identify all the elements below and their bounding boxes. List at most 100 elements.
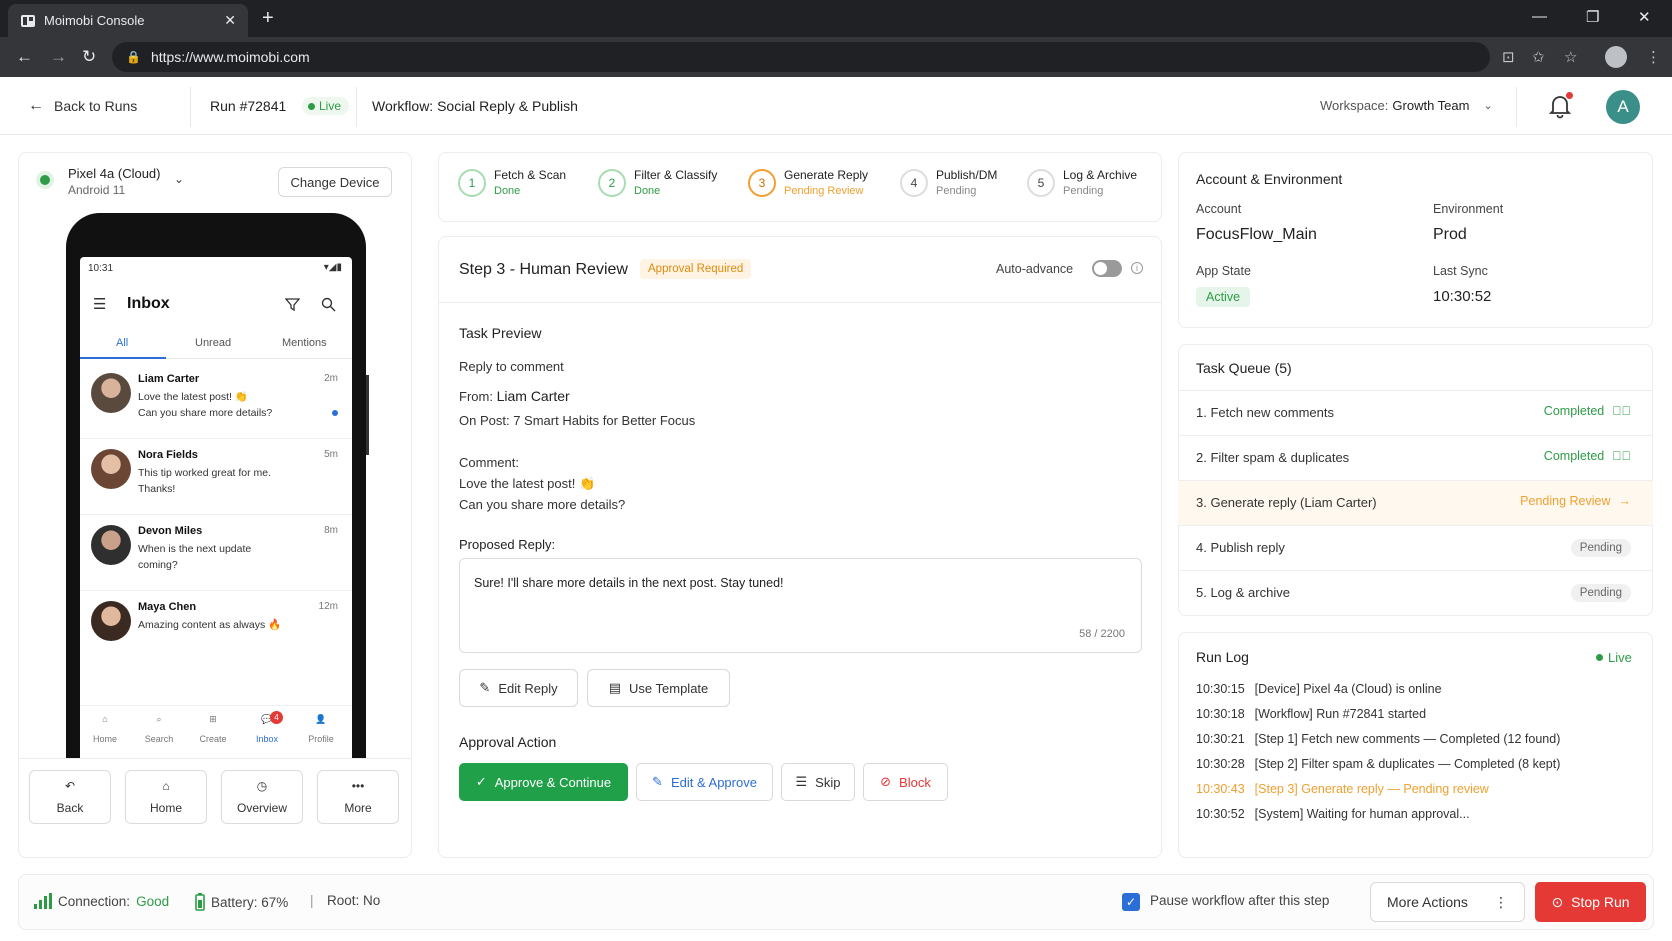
workspace-selector[interactable]: Workspace: Growth Team ⌄ [1320, 98, 1493, 113]
divider [438, 302, 1162, 303]
from-line: From: Liam Carter [459, 388, 570, 404]
stop-circle-icon: ⊙ [1551, 893, 1564, 910]
edit-approve-button[interactable]: ✎ Edit & Approve [636, 763, 773, 801]
filter-icon[interactable] [285, 297, 300, 312]
minimize-icon[interactable]: — [1532, 8, 1547, 25]
close-tab-icon[interactable]: ✕ [224, 12, 236, 29]
step-2[interactable]: 2 Filter & Classify Done [598, 168, 717, 197]
nav-home[interactable]: ⌂ Home [80, 714, 130, 744]
forward-icon[interactable]: → [50, 48, 67, 65]
list-item[interactable]: Liam Carter 2m Love the latest post! 👏 Ca… [80, 361, 352, 439]
approve-continue-button[interactable]: ✓ Approve & Continue [459, 763, 628, 801]
reload-icon[interactable]: ↻ [82, 48, 96, 65]
use-template-button[interactable]: ▤ Use Template [587, 669, 730, 707]
chevron-down-icon[interactable]: ⌄ [174, 172, 184, 186]
avatar [91, 601, 131, 641]
log-entry: 10:30:21 [Step 1] Fetch new comments — Co… [1196, 732, 1561, 746]
profile-avatar[interactable] [1605, 46, 1627, 68]
more-actions-button[interactable]: More Actions ⋮ [1370, 882, 1525, 922]
browser-tab[interactable]: Moimobi Console ✕ [8, 4, 248, 37]
install-icon[interactable]: ⊡ [1502, 48, 1515, 66]
close-window-icon[interactable]: ✕ [1638, 8, 1651, 26]
change-device-button[interactable]: Change Device [278, 167, 392, 197]
divider [190, 87, 191, 127]
menu-kebab-icon[interactable]: ⋮ [1646, 48, 1661, 66]
environment-label: Environment [1433, 202, 1504, 216]
approval-badge: Approval Required [640, 259, 752, 279]
step-1[interactable]: 1 Fetch & Scan Done [458, 168, 566, 197]
check-icon: ✓ [475, 774, 487, 789]
arrow-right-icon: → [1618, 494, 1632, 508]
avatar [91, 525, 131, 565]
nav-search[interactable]: ⌕ Search [134, 714, 184, 744]
overview-icon: ◷ [256, 779, 268, 793]
log-entry: 10:30:43 [Step 3] Generate reply — Pendin… [1196, 782, 1489, 796]
search-icon[interactable] [321, 297, 336, 312]
queue-row[interactable]: 1. Fetch new comments Completed ✓⃝ [1178, 391, 1653, 436]
app-state-badge: Active [1196, 287, 1251, 307]
block-button[interactable]: ⊘ Block [863, 763, 948, 801]
pause-checkbox[interactable]: ✓ [1122, 893, 1140, 911]
url-text: https://www.moimobi.com [150, 49, 310, 65]
phone-screen: 10:31 ▾◢▮ ☰ Inbox All Unread Mentions Li… [80, 257, 352, 758]
tab-title: Moimobi Console [44, 13, 145, 28]
list-item[interactable]: Maya Chen 12m Amazing content as always … [80, 591, 352, 661]
more-dots-icon: ••• [351, 779, 365, 793]
avatar [91, 373, 131, 413]
back-icon[interactable]: ← [16, 48, 33, 65]
message-time: 12m [318, 601, 338, 612]
device-overview-button[interactable]: ◷ Overview [221, 770, 303, 824]
address-bar[interactable]: 🔒 https://www.moimobi.com [112, 42, 1490, 72]
nav-inbox[interactable]: 💬 4 Inbox [242, 711, 292, 744]
phone-side-button [366, 375, 369, 455]
tab-mentions[interactable]: Mentions [282, 337, 327, 349]
reply-to-label: Reply to comment [459, 359, 564, 374]
back-to-runs-link[interactable]: ← Back to Runs [28, 97, 137, 115]
device-back-button[interactable]: ↶ Back [29, 770, 111, 824]
step-4[interactable]: 4 Publish/DM Pending [900, 168, 997, 197]
undo-icon: ↶ [64, 779, 76, 793]
device-more-button[interactable]: ••• More [317, 770, 399, 824]
nav-profile[interactable]: 👤 Profile [296, 714, 346, 744]
nav-create[interactable]: ⊞ Create [188, 714, 238, 744]
device-selector[interactable]: Pixel 4a (Cloud) Android 11 [68, 166, 161, 197]
template-icon: ▤ [608, 680, 622, 695]
inbox-title: Inbox [127, 295, 170, 312]
step-title: Step 3 - Human Review [459, 261, 628, 278]
bookmark-star-icon[interactable]: ☆ [1564, 48, 1577, 66]
skip-button[interactable]: ☰ Skip [781, 763, 855, 801]
device-name: Pixel 4a (Cloud) [68, 166, 161, 181]
arrow-left-icon: ← [28, 97, 44, 114]
connection-status: Connection: Good [34, 893, 169, 909]
task-preview-heading: Task Preview [459, 325, 542, 341]
queue-row[interactable]: 4. Publish reply Pending [1178, 526, 1653, 571]
queue-row[interactable]: 3. Generate reply (Liam Carter) Pending R… [1178, 481, 1653, 526]
workflow-title: Workflow: Social Reply & Publish [372, 98, 578, 114]
check-icon: ✓ [1125, 895, 1137, 909]
hamburger-icon[interactable]: ☰ [93, 295, 106, 313]
step-3[interactable]: 3 Generate Reply Pending Review [748, 168, 868, 197]
list-item[interactable]: Devon Miles 8m When is the next update co… [80, 515, 352, 591]
auto-advance-toggle[interactable] [1092, 260, 1122, 277]
info-icon[interactable]: i [1131, 262, 1143, 274]
phone-clock: 10:31 [88, 263, 114, 274]
stop-run-button[interactable]: ⊙ Stop Run [1535, 882, 1646, 922]
queue-row[interactable]: 2. Filter spam & duplicates Completed ✓⃝ [1178, 436, 1653, 481]
log-entry: 10:30:15 [Device] Pixel 4a (Cloud) is onl… [1196, 682, 1442, 696]
proposed-reply-textarea[interactable]: Sure! I'll share more details in the nex… [459, 558, 1142, 653]
queue-row[interactable]: 5. Log & archive Pending [1178, 571, 1653, 616]
step-5[interactable]: 5 Log & Archive Pending [1027, 168, 1137, 197]
restore-icon[interactable]: ❐ [1586, 8, 1599, 26]
list-item[interactable]: Nora Fields 5m This tip worked great for… [80, 439, 352, 515]
tab-unread[interactable]: Unread [195, 337, 231, 349]
extensions-star-icon[interactable]: ✩ [1532, 48, 1545, 66]
tab-all[interactable]: All [116, 337, 128, 349]
phone-bottom-nav: ⌂ Home ⌕ Search ⊞ Create 💬 4 Inbox 👤 Profile [80, 705, 352, 758]
lock-icon: 🔒 [126, 50, 141, 64]
device-home-button[interactable]: ⌂ Home [125, 770, 207, 824]
edit-reply-button[interactable]: ✎ Edit Reply [459, 669, 578, 707]
kebab-icon: ⋮ [1494, 893, 1508, 910]
new-tab-icon[interactable]: + [262, 8, 274, 28]
user-avatar[interactable]: A [1606, 90, 1640, 124]
last-sync-label: Last Sync [1433, 264, 1488, 278]
